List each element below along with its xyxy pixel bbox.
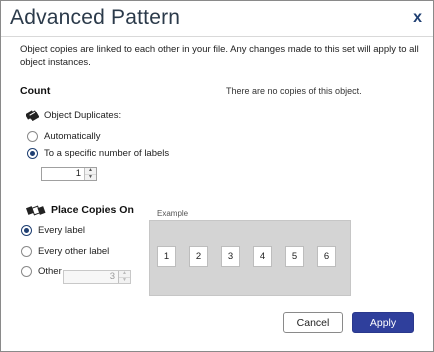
option-every-other-label-label: Every other label [38,246,110,257]
radio-every-other-label[interactable] [21,246,32,257]
option-every-label-label: Every label [38,225,85,236]
dialog-description: Object copies are linked to each other i… [20,44,419,68]
example-cell: 1 [157,246,176,267]
example-cell: 6 [317,246,336,267]
example-cell: 3 [221,246,240,267]
dialog-title: Advanced Pattern [10,6,181,29]
example-label: Example [157,209,189,218]
option-specific-number[interactable]: To a specific number of labels [27,148,169,159]
object-duplicates-label: Object Duplicates: [44,109,122,121]
option-automatically[interactable]: Automatically [27,131,101,142]
title-divider [1,36,433,37]
option-specific-number-label: To a specific number of labels [44,148,170,159]
label-count-value[interactable]: 1 [42,168,84,180]
option-every-label[interactable]: Every label [21,225,85,236]
decrement-arrow-icon[interactable]: ▼ [85,174,96,180]
other-interval-value[interactable]: 3 [64,271,118,283]
example-cell: 5 [285,246,304,267]
object-duplicates-row: Object Duplicates: [26,109,121,121]
label-count-stepper[interactable]: 1 ▲ ▼ [41,167,97,181]
decrement-arrow-icon[interactable]: ▼ [119,277,130,283]
example-cell: 2 [189,246,208,267]
apply-button[interactable]: Apply [352,312,414,333]
copies-icon [26,205,46,216]
radio-other[interactable] [21,266,32,277]
place-copies-heading: Place Copies On [51,204,134,216]
option-other[interactable]: Other [21,266,62,277]
close-button[interactable]: x [413,9,422,27]
cancel-button[interactable]: Cancel [283,312,343,333]
count-heading: Count [20,85,51,97]
option-automatically-label: Automatically [44,131,101,142]
radio-automatically[interactable] [27,131,38,142]
other-interval-stepper[interactable]: 3 ▲ ▼ [63,270,131,284]
example-preview: 1 2 3 4 5 6 [149,220,351,296]
place-copies-heading-row: Place Copies On [26,204,134,216]
stack-icon [26,109,39,121]
radio-specific-number[interactable] [27,148,38,159]
radio-every-label[interactable] [21,225,32,236]
copies-note: There are no copies of this object. [226,86,362,96]
option-other-label: Other [38,266,62,277]
option-every-other-label[interactable]: Every other label [21,246,109,257]
advanced-pattern-dialog: Advanced Pattern x Object copies are lin… [0,0,434,352]
example-cell: 4 [253,246,272,267]
